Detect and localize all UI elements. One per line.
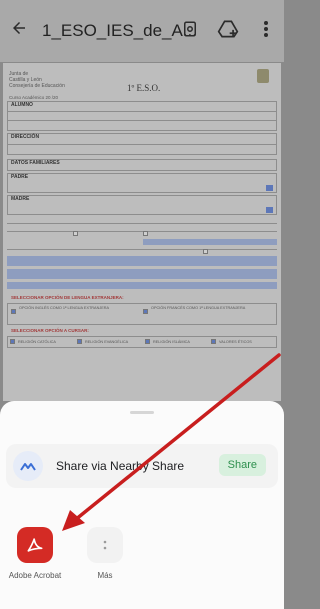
nearby-share-row[interactable]: Share via Nearby Share Share bbox=[6, 444, 278, 488]
nearby-share-label: Share via Nearby Share bbox=[56, 459, 185, 473]
subject-3: RELIGIÓN ISLÁMICA bbox=[153, 340, 190, 344]
sheet-drag-handle[interactable] bbox=[130, 411, 154, 414]
document-preview: Junta de Castilla y León Consejería de E… bbox=[3, 63, 281, 401]
father-box bbox=[7, 173, 277, 193]
document-crest bbox=[257, 69, 269, 83]
course-label: Curso Académico 20 /20 bbox=[9, 95, 59, 100]
more-options-button[interactable] bbox=[254, 17, 278, 41]
app-bar-actions bbox=[178, 17, 278, 41]
app-targets: Adobe Acrobat Más bbox=[0, 523, 284, 583]
subject-1: RELIGIÓN CATÓLICA bbox=[18, 340, 56, 344]
drive-upload-icon bbox=[217, 20, 239, 38]
document-header: Junta de Castilla y León Consejería de E… bbox=[9, 71, 65, 89]
subject-4: VALORES ÉTICOS bbox=[219, 340, 252, 344]
student-box bbox=[7, 101, 277, 131]
app-target-label: Adobe Acrobat bbox=[8, 571, 62, 580]
document-search-button[interactable] bbox=[178, 17, 202, 41]
mother-box bbox=[7, 195, 277, 215]
section-father: PADRE bbox=[11, 174, 29, 180]
lang-option-b: OPCIÓN FRANCÉS COMO 1ª LENGUA EXTRANJERA bbox=[151, 306, 246, 310]
subject-2: RELIGIÓN EVANGÉLICA bbox=[85, 340, 129, 344]
adobe-acrobat-icon bbox=[17, 527, 53, 563]
blue-bar-2 bbox=[7, 269, 277, 279]
section-family: DATOS FAMILIARES bbox=[11, 160, 60, 166]
blue-bar-3 bbox=[7, 282, 277, 289]
section-student: ALUMNO bbox=[11, 102, 33, 108]
app-target-more[interactable]: Más bbox=[75, 523, 135, 580]
more-dots-icon bbox=[87, 527, 123, 563]
back-button[interactable] bbox=[4, 19, 34, 43]
blue-bar-1 bbox=[7, 256, 277, 266]
document-search-icon bbox=[184, 21, 196, 37]
nearby-share-button[interactable]: Share bbox=[218, 454, 266, 476]
app-target-label: Más bbox=[97, 571, 113, 580]
section-mother: MADRE bbox=[11, 196, 30, 202]
arrow-left-icon bbox=[13, 22, 25, 34]
nearby-share-icon bbox=[13, 451, 43, 481]
lang-option-a: OPCIÓN INGLÉS COMO 1ª LENGUA EXTRANJERA bbox=[19, 306, 110, 310]
subject-option-label: SELECCIONAR OPCIÓN A CURSAR: bbox=[11, 328, 89, 333]
app-bar: 1_ESO_IES_de_A... bbox=[0, 0, 284, 62]
app-target-adobe-acrobat[interactable]: Adobe Acrobat bbox=[5, 523, 65, 580]
document-title: 1_ESO_IES_de_A... bbox=[42, 21, 197, 40]
document-grade: 1º E.S.O. bbox=[127, 83, 161, 93]
more-vertical-icon bbox=[264, 21, 268, 37]
drive-upload-button[interactable] bbox=[216, 17, 240, 41]
lang-option-label: SELECCIONAR OPCIÓN DE LENGUA EXTRANJERA: bbox=[11, 295, 124, 300]
section-address: DIRECCIÓN bbox=[11, 134, 40, 140]
share-sheet: Share via Nearby Share Share Adobe Acrob… bbox=[0, 401, 284, 609]
